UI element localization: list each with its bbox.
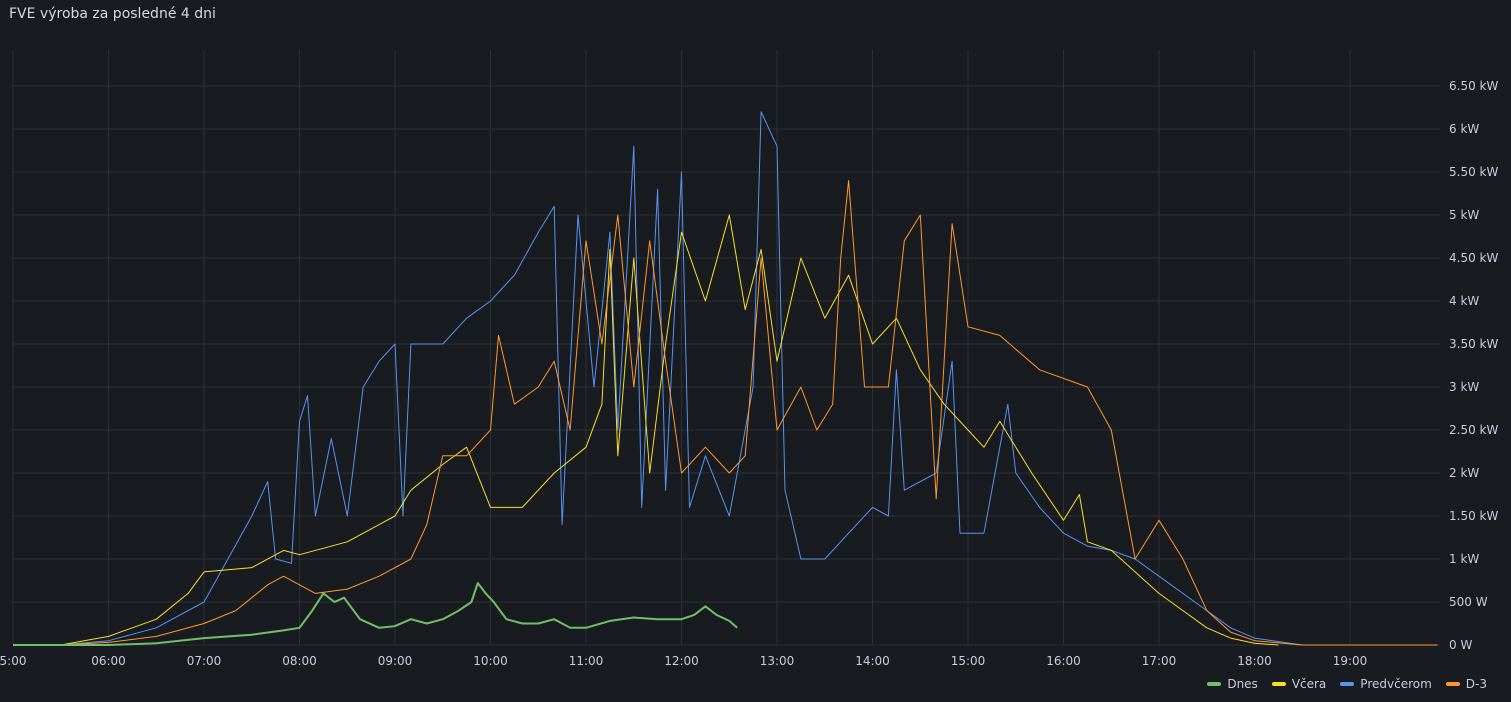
y-tick-label: 6.50 kW [1449, 79, 1498, 93]
legend-item-vcera[interactable]: Včera [1271, 677, 1327, 691]
x-tick-label: 19:00 [1333, 654, 1368, 668]
legend-label: Včera [1291, 677, 1327, 691]
x-tick-label: 16:00 [1046, 654, 1081, 668]
y-tick-label: 1.50 kW [1449, 509, 1498, 523]
x-tick-label: 14:00 [855, 654, 890, 668]
y-tick-label: 2.50 kW [1449, 423, 1498, 437]
y-tick-label: 4 kW [1449, 294, 1479, 308]
x-tick-label: 08:00 [282, 654, 317, 668]
x-tick-label: 11:00 [569, 654, 604, 668]
legend-label: D-3 [1465, 677, 1487, 691]
legend: Dnes Včera Predvčerom D-3 [1207, 677, 1487, 691]
x-tick-label: 5:00 [0, 654, 26, 668]
legend-item-dnes[interactable]: Dnes [1207, 677, 1258, 691]
x-tick-label: 12:00 [664, 654, 699, 668]
line-chart: 0 W 500 W 1 kW 1.50 kW 2 kW 2.50 kW 3 kW 3.50 k… [0, 50, 1498, 668]
legend-item-d3[interactable]: D-3 [1445, 677, 1487, 691]
y-tick-label: 2 kW [1449, 466, 1479, 480]
legend-swatch [1340, 682, 1355, 686]
y-tick-label: 3 kW [1449, 380, 1479, 394]
legend-label: Dnes [1227, 677, 1258, 691]
legend-swatch [1207, 682, 1222, 686]
series-line-d3 [60, 180, 1438, 646]
legend-swatch [1445, 682, 1460, 686]
y-tick-label: 3.50 kW [1449, 337, 1498, 351]
x-tick-label: 17:00 [1142, 654, 1177, 668]
y-tick-label: 1 kW [1449, 552, 1479, 566]
legend-label: Predvčerom [1360, 677, 1432, 691]
y-tick-label: 6 kW [1449, 122, 1479, 136]
x-tick-label: 06:00 [91, 654, 126, 668]
x-tick-label: 10:00 [473, 654, 508, 668]
x-tick-label: 18:00 [1237, 654, 1272, 668]
x-tick-label: 07:00 [187, 654, 222, 668]
y-tick-label: 5 kW [1449, 208, 1479, 222]
x-tick-label: 13:00 [760, 654, 795, 668]
y-tick-label: 0 W [1449, 638, 1472, 652]
series-line-dnes [13, 582, 738, 646]
legend-item-predvcerom[interactable]: Predvčerom [1340, 677, 1432, 691]
x-tick-label: 09:00 [378, 654, 413, 668]
y-tick-label: 500 W [1449, 595, 1488, 609]
y-tick-label: 4.50 kW [1449, 251, 1498, 265]
x-tick-label: 15:00 [951, 654, 986, 668]
y-tick-label: 5.50 kW [1449, 165, 1498, 179]
legend-swatch [1271, 682, 1286, 686]
